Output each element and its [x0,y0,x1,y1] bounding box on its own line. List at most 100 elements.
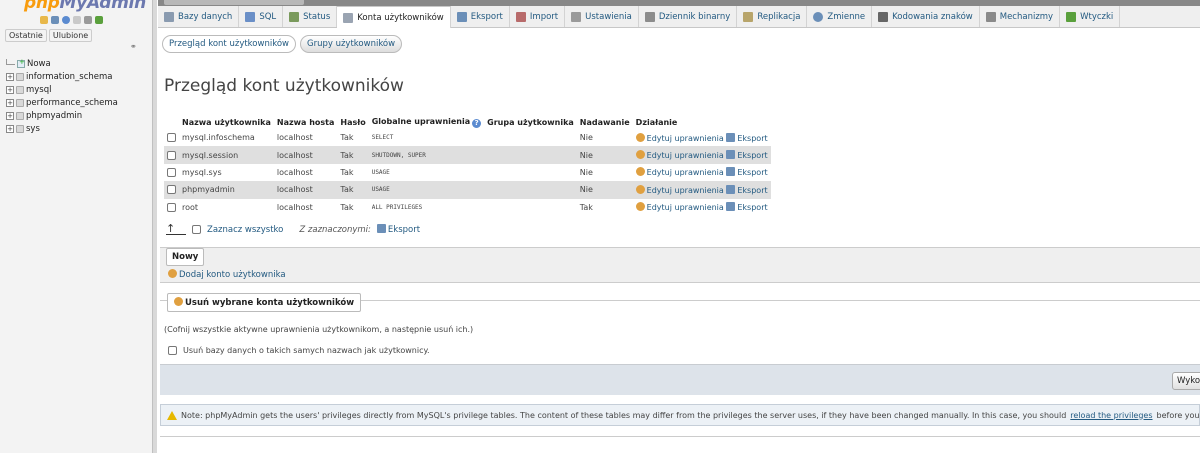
database-tree: Nowa + information_schema + mysql + perf… [6,57,118,135]
edit-privileges-link[interactable]: Edytuj uprawnienia [635,167,724,177]
warning-icon [167,410,177,420]
help-icon[interactable]: ? [472,119,482,128]
export-link[interactable]: Eksport [726,184,768,195]
edit-privileges-link[interactable]: Edytuj uprawnienia [635,184,724,195]
cell-action: Edytuj uprawnienia Eksport [632,181,771,199]
tab-settings[interactable]: Ustawienia [565,6,639,27]
edit-privileges-link[interactable]: Edytuj uprawnienia [635,150,724,160]
nav-tab-favorites[interactable]: Ulubione [48,29,93,42]
top-menu: Bazy danych SQL Status Konta użytkownikó… [158,6,1200,28]
header-checkbox-col [164,116,179,129]
link-icon[interactable]: ⚭ [130,42,137,51]
add-user-link[interactable]: Dodaj konto użytkownika [168,269,286,280]
row-checkbox[interactable] [167,150,176,160]
export-label: Eksport [737,185,768,195]
user-accounts-table: Nazwa użytkownika Nazwa hosta Hasło Glob… [164,116,771,216]
cell-username: mysql.session [179,146,274,164]
edit-user-icon [635,202,645,212]
header-password[interactable]: Hasło [337,116,368,129]
nav-tab-recent[interactable]: Ostatnie [5,29,47,42]
export-link[interactable]: Eksport [726,167,768,177]
tree-item-new[interactable]: Nowa [6,57,118,70]
cell-username: mysql.sys [179,163,274,182]
delete-users-section: Usuń wybrane konta użytkowników (Cofnij … [160,293,1200,395]
tab-engines[interactable]: Mechanizmy [980,6,1061,27]
reload-privileges-link[interactable]: reload the privileges [1070,411,1152,420]
export-link[interactable]: Eksport [726,132,768,143]
tree-item-sys[interactable]: + sys [6,122,118,135]
select-all-label[interactable]: Zaznacz wszystko [207,225,283,235]
database-icon [16,111,24,120]
tab-label: SQL [259,11,277,22]
tab-import[interactable]: Import [510,6,566,27]
tree-item-phpmyadmin[interactable]: + phpmyadmin [6,109,118,122]
row-checkbox[interactable] [167,185,176,195]
tab-charsets[interactable]: Kodowania znaków [872,6,980,27]
subtab-user-groups[interactable]: Grupy użytkowników [299,35,403,53]
cell-action: Edytuj uprawnienia Eksport [632,163,771,182]
tab-export[interactable]: Eksport [451,6,510,27]
drop-databases-label[interactable]: Usuń bazy danych o takich samych nazwach… [183,346,430,355]
settings-icon[interactable] [84,16,92,24]
table-body: mysql.infoschema localhost Tak SELECT Nie Edy… [164,129,771,216]
expand-icon[interactable]: + [6,85,14,94]
export-icon [726,132,736,142]
tab-variables[interactable]: Zmienne [807,6,873,27]
tab-sql[interactable]: SQL [239,6,284,27]
logo-text-myadmin: MyAdmin [59,0,147,13]
row-checkbox[interactable] [167,133,176,143]
phpmyadmin-logo[interactable]: phpMyAdmin [24,0,146,13]
tab-databases[interactable]: Bazy danych [158,6,240,27]
expand-icon[interactable]: + [6,111,14,120]
cell-hostname: localhost [273,146,338,164]
home-icon[interactable] [40,16,48,24]
drop-databases-checkbox[interactable] [168,346,177,355]
tab-user-accounts[interactable]: Konta użytkowników [337,6,451,28]
reload-icon[interactable] [95,16,103,24]
row-checkbox[interactable] [167,167,176,177]
docs-icon[interactable] [73,16,81,24]
export-link[interactable]: Eksport [726,202,768,212]
tree-item-mysql[interactable]: + mysql [6,83,118,96]
logout-icon[interactable] [51,16,59,24]
tab-label: Dziennik binarny [658,11,731,22]
select-all-checkbox[interactable] [192,225,201,234]
help-icon[interactable] [62,16,70,24]
tree-connector [6,58,15,65]
notice-box: Note: phpMyAdmin gets the users' privile… [160,404,1200,426]
navigation-panel: phpMyAdmin Ostatnie Ulubione ⚭ Nowa + in… [0,0,152,453]
panel-splitter[interactable] [152,0,157,453]
tab-label: Mechanizmy [999,11,1054,22]
expand-icon[interactable]: + [6,124,14,133]
main-content: Bazy danych SQL Status Konta użytkownikó… [158,0,1200,453]
tree-item-performance-schema[interactable]: + performance_schema [6,96,118,109]
edit-privileges-link[interactable]: Edytuj uprawnienia [635,202,724,212]
sql-icon [245,11,256,22]
breadcrumb[interactable] [164,0,304,5]
cell-username: mysql.infoschema [179,129,274,147]
subtab-user-overview[interactable]: Przegląd kont użytkowników [162,35,296,53]
header-hostname[interactable]: Nazwa hosta [274,116,338,129]
bulk-export-label: Eksport [387,225,421,235]
table-row: mysql.session localhost Tak SHUTDOWN, SUPER… [164,146,771,164]
tab-status[interactable]: Status [283,6,338,27]
header-user-group: Grupa użytkownika [487,118,574,127]
tab-replication[interactable]: Replikacja [737,6,808,27]
tab-label: Zmienne [827,11,866,22]
tree-item-information-schema[interactable]: + information_schema [6,70,118,83]
bulk-export-button[interactable]: Eksport [376,224,421,235]
go-button[interactable]: Wykonaj [1172,372,1200,390]
header-username[interactable]: Nazwa użytkownika [179,116,274,129]
row-checkbox[interactable] [167,202,176,212]
tab-label: Import [529,11,559,22]
export-icon [726,202,736,212]
tab-binary-log[interactable]: Dziennik binarny [639,6,738,27]
cell-hostname: localhost [273,163,338,182]
cell-hostname: localhost [273,129,338,147]
expand-icon[interactable]: + [6,72,14,81]
export-link[interactable]: Eksport [726,150,768,160]
edit-privileges-link[interactable]: Edytuj uprawnienia [635,132,724,143]
header-global-privileges: Globalne uprawnienia? [369,116,484,129]
tab-plugins[interactable]: Wtyczki [1060,6,1121,27]
expand-icon[interactable]: + [6,98,14,107]
